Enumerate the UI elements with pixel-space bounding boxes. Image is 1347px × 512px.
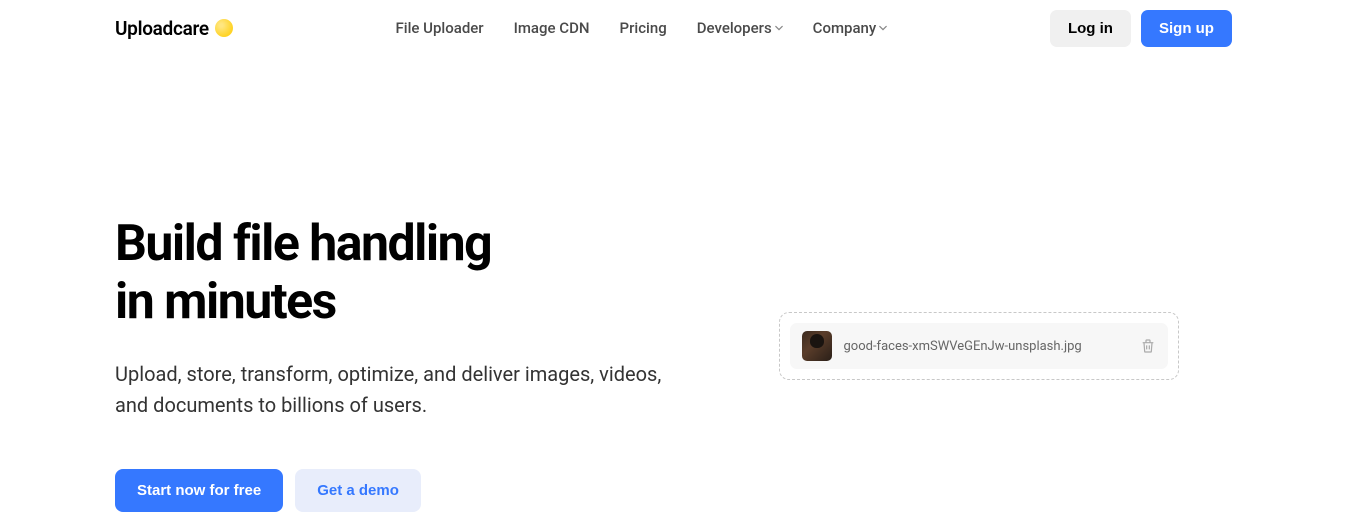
hero-visual: good-faces-xmSWVeGEnJw-unsplash.jpg <box>674 216 1233 512</box>
signup-button[interactable]: Sign up <box>1141 10 1232 47</box>
hero-cta-group: Start now for free Get a demo <box>115 469 674 512</box>
chevron-down-icon <box>775 24 783 32</box>
main-nav: File Uploader Image CDN Pricing Develope… <box>395 19 887 37</box>
nav-label: Image CDN <box>514 19 590 37</box>
logo-icon <box>215 19 233 37</box>
get-demo-button[interactable]: Get a demo <box>295 469 421 512</box>
upload-item: good-faces-xmSWVeGEnJw-unsplash.jpg <box>790 323 1168 369</box>
hero-title-line1: Build file handling <box>115 215 491 273</box>
nav-label: File Uploader <box>395 19 483 37</box>
nav-file-uploader[interactable]: File Uploader <box>395 19 483 37</box>
hero-content: Build file handling in minutes Upload, s… <box>115 216 674 512</box>
login-button[interactable]: Log in <box>1050 10 1131 47</box>
hero-title-line2: in minutes <box>115 273 336 331</box>
nav-developers[interactable]: Developers <box>697 19 783 37</box>
hero-subtitle: Upload, store, transform, optimize, and … <box>115 359 674 421</box>
nav-pricing[interactable]: Pricing <box>620 19 667 37</box>
nav-label: Pricing <box>620 19 667 37</box>
nav-label: Developers <box>697 19 772 37</box>
hero-title: Build file handling in minutes <box>115 216 674 331</box>
logo[interactable]: Uploadcare <box>115 17 233 40</box>
site-header: Uploadcare File Uploader Image CDN Prici… <box>0 0 1347 56</box>
file-thumbnail <box>802 331 832 361</box>
chevron-down-icon <box>879 24 887 32</box>
auth-buttons: Log in Sign up <box>1050 10 1232 47</box>
nav-company[interactable]: Company <box>813 19 888 37</box>
file-name: good-faces-xmSWVeGEnJw-unsplash.jpg <box>844 339 1128 354</box>
logo-text: Uploadcare <box>115 17 209 40</box>
start-free-button[interactable]: Start now for free <box>115 469 283 512</box>
nav-image-cdn[interactable]: Image CDN <box>514 19 590 37</box>
hero-section: Build file handling in minutes Upload, s… <box>0 216 1347 512</box>
trash-icon[interactable] <box>1140 338 1156 354</box>
nav-label: Company <box>813 19 877 37</box>
upload-widget: good-faces-xmSWVeGEnJw-unsplash.jpg <box>779 312 1179 380</box>
